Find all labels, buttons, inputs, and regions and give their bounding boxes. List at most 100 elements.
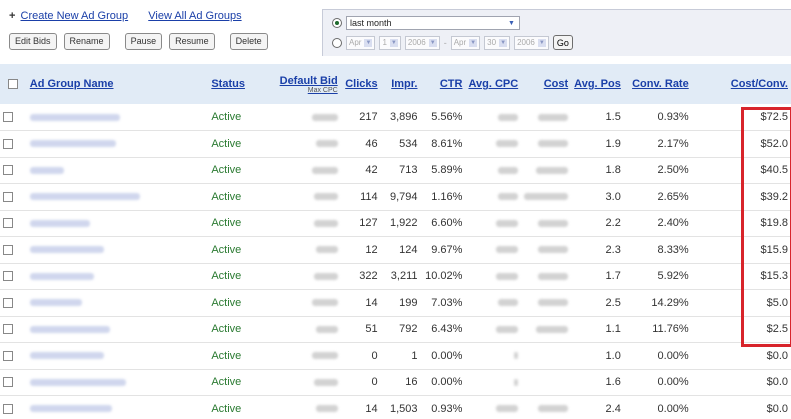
from-year-select[interactable]: 2006 ▼ bbox=[404, 35, 440, 50]
table-row: Active 14 199 7.03% 2.5 14.29% $5.0 bbox=[0, 290, 791, 317]
redacted-ad-group-name[interactable] bbox=[29, 113, 120, 121]
conv-rate-value: 14.29% bbox=[651, 296, 689, 309]
from-month-select[interactable]: Apr ▼ bbox=[346, 35, 376, 50]
row-checkbox[interactable] bbox=[3, 271, 13, 282]
header-conv-rate[interactable]: Conv. Rate bbox=[624, 64, 692, 104]
redacted-cost bbox=[538, 405, 569, 413]
create-ad-group-link[interactable]: Create New Ad Group bbox=[21, 10, 129, 22]
redacted-ad-group-name[interactable] bbox=[29, 140, 116, 148]
header-clicks[interactable]: Clicks bbox=[341, 64, 381, 104]
impr-value: 199 bbox=[399, 296, 418, 309]
ctr-value: 10.02% bbox=[425, 270, 463, 283]
to-month-select[interactable]: Apr ▼ bbox=[450, 35, 481, 50]
table-row: Active 322 3,211 10.02% 1.7 5.92% $15.3 bbox=[0, 263, 791, 290]
pause-button[interactable]: Pause bbox=[124, 33, 163, 50]
row-checkbox[interactable] bbox=[3, 218, 13, 229]
redacted-default-bid[interactable] bbox=[313, 272, 338, 280]
redacted-ad-group-name[interactable] bbox=[29, 246, 104, 254]
redacted-default-bid[interactable] bbox=[311, 352, 338, 360]
row-checkbox[interactable] bbox=[3, 138, 13, 149]
status-value[interactable]: Active bbox=[208, 290, 263, 317]
table-header-row: Ad Group Name Status Default Bid Max CPC… bbox=[0, 64, 791, 104]
table-row: Active 0 1 0.00% 1.0 0.00% $0.0 bbox=[0, 343, 791, 370]
status-value[interactable]: Active bbox=[208, 396, 263, 419]
redacted-default-bid[interactable] bbox=[311, 166, 338, 174]
header-avg-cpc[interactable]: Avg. CPC bbox=[465, 64, 521, 104]
row-checkbox[interactable] bbox=[3, 403, 13, 414]
redacted-ad-group-name[interactable] bbox=[29, 405, 112, 413]
header-impr[interactable]: Impr. bbox=[381, 64, 421, 104]
redacted-ad-group-name[interactable] bbox=[29, 166, 64, 174]
from-day-select[interactable]: 1 ▼ bbox=[379, 35, 401, 50]
redacted-default-bid[interactable] bbox=[315, 325, 338, 333]
status-value[interactable]: Active bbox=[208, 157, 263, 184]
delete-button[interactable]: Delete bbox=[229, 33, 268, 50]
redacted-ad-group-name[interactable] bbox=[29, 299, 82, 307]
to-year-select[interactable]: 2006 ▼ bbox=[514, 35, 549, 50]
redacted-default-bid[interactable] bbox=[315, 405, 338, 413]
rename-button[interactable]: Rename bbox=[63, 33, 110, 50]
redacted-ad-group-name[interactable] bbox=[29, 378, 126, 386]
view-all-ad-groups-link[interactable]: View All Ad Groups bbox=[148, 10, 241, 22]
select-all-checkbox[interactable] bbox=[8, 79, 19, 90]
redacted-ad-group-name[interactable] bbox=[29, 193, 140, 201]
status-value[interactable]: Active bbox=[208, 184, 263, 211]
preset-range-radio[interactable] bbox=[332, 18, 342, 28]
redacted-avg-cpc bbox=[496, 219, 519, 227]
clicks-value: 51 bbox=[365, 323, 378, 336]
impr-value: 124 bbox=[399, 243, 418, 256]
redacted-ad-group-name[interactable] bbox=[29, 352, 104, 360]
status-value[interactable]: Active bbox=[208, 369, 263, 396]
clicks-value: 46 bbox=[365, 137, 378, 150]
header-cost[interactable]: Cost bbox=[521, 64, 571, 104]
row-checkbox[interactable] bbox=[3, 350, 13, 361]
resume-button[interactable]: Resume bbox=[169, 33, 215, 50]
header-status[interactable]: Status bbox=[208, 64, 263, 104]
toolbar: + Create New Ad Group View All Ad Groups… bbox=[0, 0, 791, 60]
row-checkbox[interactable] bbox=[3, 377, 13, 388]
row-checkbox[interactable] bbox=[3, 324, 13, 335]
redacted-cost bbox=[538, 219, 569, 227]
custom-range-radio[interactable] bbox=[332, 37, 342, 48]
redacted-default-bid[interactable] bbox=[313, 193, 338, 201]
row-checkbox[interactable] bbox=[3, 297, 13, 308]
header-ad-group-name[interactable]: Ad Group Name bbox=[27, 64, 209, 104]
redacted-default-bid[interactable] bbox=[313, 378, 338, 386]
status-value[interactable]: Active bbox=[208, 263, 263, 290]
row-checkbox[interactable] bbox=[3, 191, 13, 202]
to-day-select[interactable]: 30 ▼ bbox=[484, 35, 511, 50]
conv-rate-value: 0.00% bbox=[657, 376, 689, 389]
avg-pos-value: 1.6 bbox=[605, 376, 621, 389]
go-button[interactable]: Go bbox=[552, 35, 573, 50]
ctr-value: 8.61% bbox=[431, 137, 463, 150]
status-value[interactable]: Active bbox=[208, 343, 263, 370]
edit-bids-button[interactable]: Edit Bids bbox=[9, 33, 57, 50]
redacted-default-bid[interactable] bbox=[315, 246, 338, 254]
header-cost-conv[interactable]: Cost/Conv. bbox=[692, 64, 791, 104]
status-value[interactable]: Active bbox=[208, 316, 263, 343]
header-avg-pos[interactable]: Avg. Pos bbox=[571, 64, 624, 104]
row-checkbox[interactable] bbox=[3, 112, 13, 123]
clicks-value: 14 bbox=[365, 402, 378, 415]
redacted-ad-group-name[interactable] bbox=[29, 219, 90, 227]
redacted-ad-group-name[interactable] bbox=[29, 325, 110, 333]
avg-pos-value: 1.0 bbox=[605, 349, 621, 362]
table-row: Active 114 9,794 1.16% 3.0 2.65% $39.2 bbox=[0, 184, 791, 211]
redacted-default-bid[interactable] bbox=[311, 299, 338, 307]
header-ctr[interactable]: CTR bbox=[421, 64, 466, 104]
range-separator: - bbox=[443, 37, 447, 48]
row-checkbox[interactable] bbox=[3, 244, 13, 255]
redacted-cost bbox=[524, 193, 569, 201]
redacted-default-bid[interactable] bbox=[315, 140, 338, 148]
status-value[interactable]: Active bbox=[208, 210, 263, 237]
status-value[interactable]: Active bbox=[208, 131, 263, 158]
impr-value: 3,211 bbox=[390, 270, 418, 283]
redacted-default-bid[interactable] bbox=[313, 219, 338, 227]
header-default-bid[interactable]: Default Bid Max CPC bbox=[263, 64, 341, 104]
preset-range-select[interactable]: last month ▼ bbox=[346, 16, 520, 30]
status-value[interactable]: Active bbox=[208, 104, 263, 131]
status-value[interactable]: Active bbox=[208, 237, 263, 264]
redacted-ad-group-name[interactable] bbox=[29, 272, 94, 280]
row-checkbox[interactable] bbox=[3, 165, 13, 176]
redacted-default-bid[interactable] bbox=[311, 113, 338, 121]
